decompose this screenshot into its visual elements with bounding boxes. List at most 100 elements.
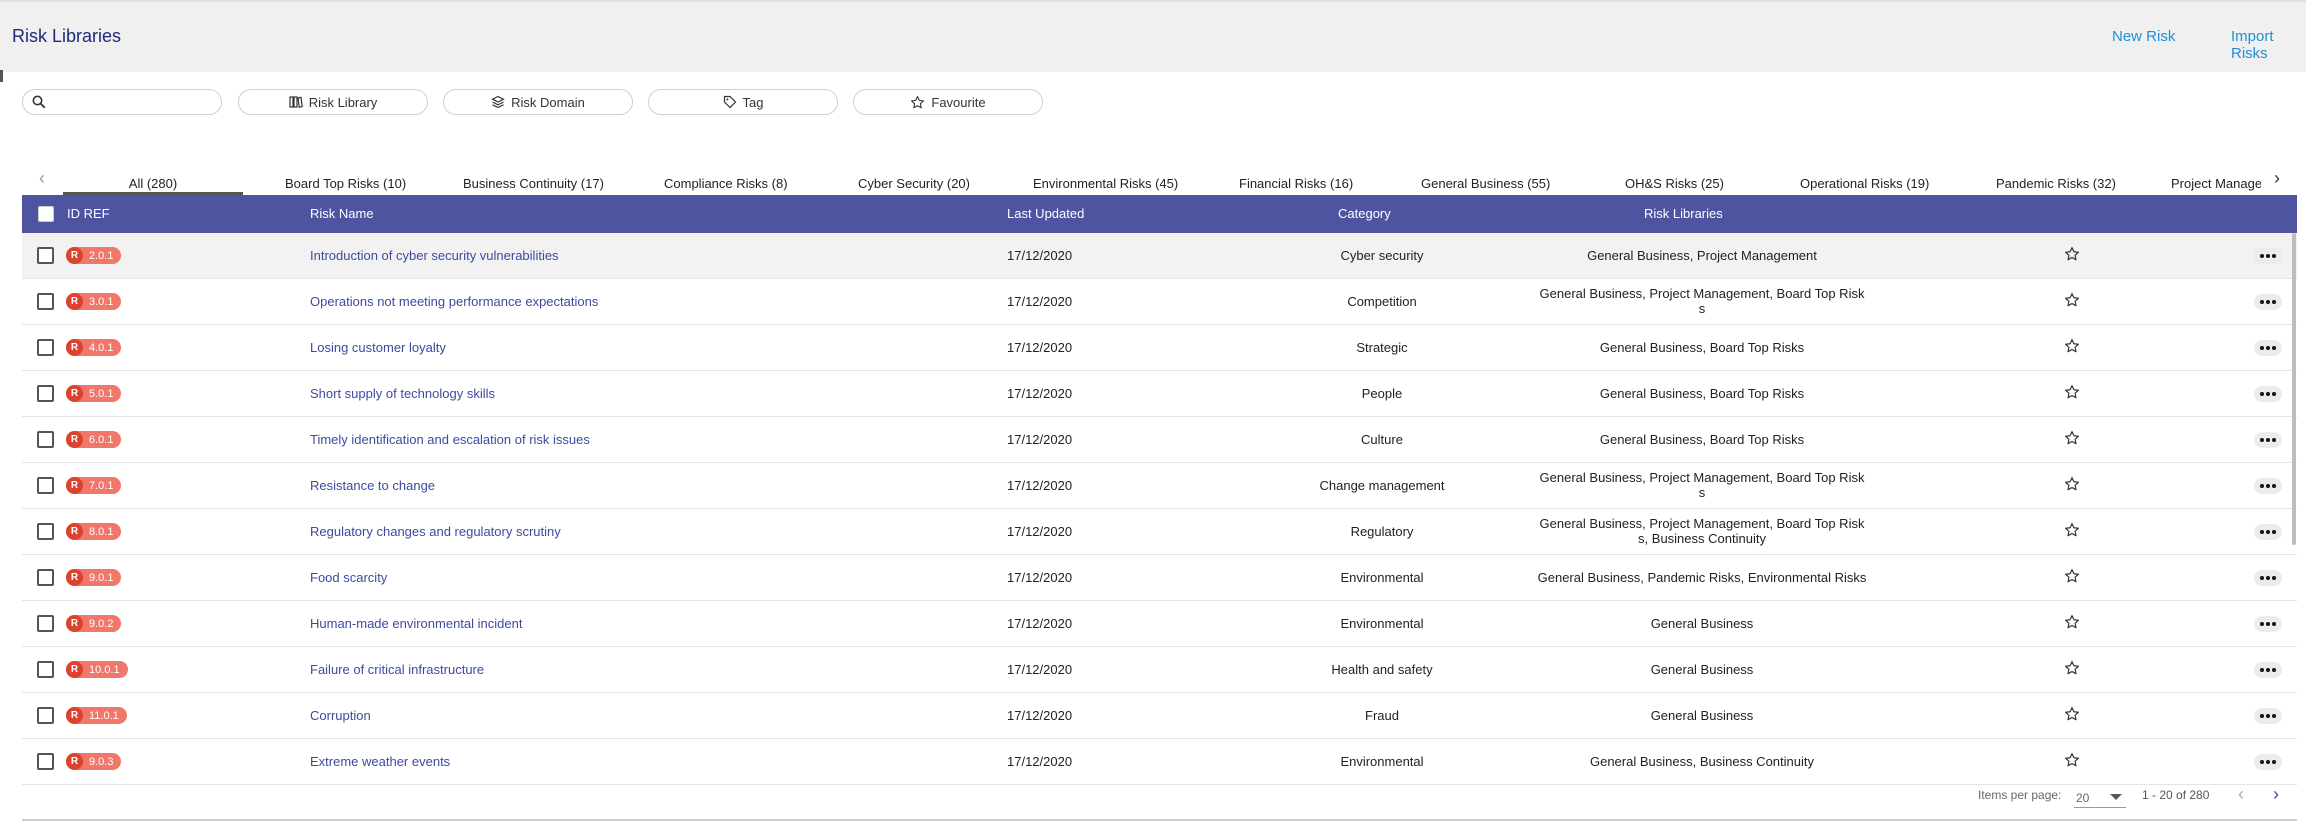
table-scrollbar[interactable] [2292,233,2296,545]
row-checkbox[interactable] [37,523,54,540]
table-row[interactable]: R 9.0.2 Human-made environmental incident 1… [22,601,2297,647]
table-row[interactable]: R 4.0.1 Losing customer loyalty 17/12/2020 S… [22,325,2297,371]
risk-name-link[interactable]: Introduction of cyber security vulnerabi… [310,248,559,263]
risk-library-filter[interactable]: Risk Library [238,89,428,115]
tag-filter[interactable]: Tag [648,89,838,115]
favourite-filter[interactable]: Favourite [853,89,1043,115]
tab-general-business[interactable]: General Business (55) [1421,176,1550,191]
column-risk-libraries[interactable]: Risk Libraries [1644,206,1723,221]
table-row[interactable]: R 6.0.1 Timely identification and escalati… [22,417,2297,463]
search-input[interactable] [51,93,215,111]
favourite-star-icon[interactable] [2064,292,2080,311]
table-row[interactable]: R 7.0.1 Resistance to change 17/12/2020 Chan… [22,463,2297,509]
more-actions-icon[interactable] [2254,386,2282,402]
more-actions-icon[interactable] [2254,616,2282,632]
column-risk-name[interactable]: Risk Name [310,206,374,221]
last-updated-value: 17/12/2020 [1007,248,1073,263]
more-actions-icon[interactable] [2254,662,2282,678]
table-row[interactable]: R 11.0.1 Corruption 17/12/2020 Fraud General … [22,693,2297,739]
tab-board-top-risks[interactable]: Board Top Risks (10) [285,176,406,191]
favourite-star-icon[interactable] [2064,384,2080,403]
risk-domain-filter[interactable]: Risk Domain [443,89,633,115]
column-category[interactable]: Category [1338,206,1391,221]
row-checkbox[interactable] [37,339,54,356]
tabs-scroll-right-icon[interactable]: › [2267,168,2287,188]
more-actions-icon[interactable] [2254,754,2282,770]
tab-pandemic-risks[interactable]: Pandemic Risks (32) [1996,176,2116,191]
tab-ohs-risks[interactable]: OH&S Risks (25) [1625,176,1724,191]
row-checkbox[interactable] [37,753,54,770]
favourite-star-icon[interactable] [2064,522,2080,541]
row-checkbox[interactable] [37,385,54,402]
tab-financial-risks[interactable]: Financial Risks (16) [1239,176,1353,191]
table-row[interactable]: R 2.0.1 Introduction of cyber security vul… [22,233,2297,279]
table-row[interactable]: R 3.0.1 Operations not meeting performance… [22,279,2297,325]
row-checkbox[interactable] [37,477,54,494]
risk-name-link[interactable]: Short supply of technology skills [310,386,495,401]
search-field[interactable] [22,89,222,115]
favourite-star-icon[interactable] [2064,338,2080,357]
risk-name-link[interactable]: Regulatory changes and regulatory scruti… [310,524,561,539]
more-actions-icon[interactable] [2254,708,2282,724]
more-actions-icon[interactable] [2254,340,2282,356]
more-actions-icon[interactable] [2254,524,2282,540]
table-row[interactable]: R 5.0.1 Short supply of technology skills 1… [22,371,2297,417]
risk-name-link[interactable]: Extreme weather events [310,754,450,769]
previous-page-icon[interactable]: ‹ [2238,784,2244,804]
table-row[interactable]: R 8.0.1 Regulatory changes and regulatory … [22,509,2297,555]
next-page-icon[interactable]: › [2273,784,2279,804]
column-id-ref[interactable]: ID REF [67,206,110,221]
table-row[interactable]: R 9.0.3 Extreme weather events 17/12/2020 En… [22,739,2297,785]
tab-compliance-risks[interactable]: Compliance Risks (8) [664,176,788,191]
risk-name-link[interactable]: Corruption [310,708,371,723]
favourite-star-icon[interactable] [2064,660,2080,679]
risk-name-link[interactable]: Operations not meeting performance expec… [310,294,598,309]
favourite-star-icon[interactable] [2064,614,2080,633]
risk-name-link[interactable]: Human-made environmental incident [310,616,522,631]
risk-libraries-line: General Business [1650,662,1754,677]
risk-libraries-line: General Business [1650,708,1754,723]
import-risks-link[interactable]: Import Risks [2231,28,2306,62]
tab-environmental-risks[interactable]: Environmental Risks (45) [1033,176,1178,191]
column-last-updated[interactable]: Last Updated [1007,206,1084,221]
tab-business-continuity[interactable]: Business Continuity (17) [463,176,604,191]
more-actions-icon[interactable] [2254,570,2282,586]
risk-libraries-line: General Business, Project Management, Bo… [1539,286,1865,301]
tabs-scroll-left-icon[interactable]: ‹ [32,168,52,188]
table-row[interactable]: R 10.0.1 Failure of critical infrastructur… [22,647,2297,693]
category-value: Fraud [1365,708,1399,723]
table-row[interactable]: R 9.0.1 Food scarcity 17/12/2020 Environment… [22,555,2297,601]
favourite-star-icon[interactable] [2064,568,2080,587]
risk-name-link[interactable]: Food scarcity [310,570,387,585]
risk-name-link[interactable]: Failure of critical infrastructure [310,662,484,677]
tab-operational-risks[interactable]: Operational Risks (19) [1800,176,1929,191]
favourite-star-icon[interactable] [2064,752,2080,771]
favourite-star-icon[interactable] [2064,706,2080,725]
row-checkbox[interactable] [37,661,54,678]
row-checkbox[interactable] [37,431,54,448]
row-checkbox[interactable] [37,247,54,264]
tab-cyber-security[interactable]: Cyber Security (20) [858,176,970,191]
id-ref-badge: R 9.0.3 [66,753,122,770]
favourite-star-icon[interactable] [2064,476,2080,495]
items-per-page-select[interactable]: 20 [2074,786,2126,808]
more-actions-icon[interactable] [2254,248,2282,264]
risk-name-link[interactable]: Losing customer loyalty [310,340,446,355]
category-value: Change management [1319,478,1445,493]
risk-name-link[interactable]: Resistance to change [310,478,435,493]
risk-name-link[interactable]: Timely identification and escalation of … [310,432,590,447]
more-actions-icon[interactable] [2254,294,2282,310]
row-checkbox[interactable] [37,569,54,586]
select-all-checkbox[interactable] [38,206,54,222]
new-risk-link[interactable]: New Risk [2112,28,2175,45]
tab-all[interactable]: All (280) [63,176,243,195]
id-ref-badge: R 10.0.1 [66,661,128,678]
favourite-star-icon[interactable] [2064,430,2080,449]
more-actions-icon[interactable] [2254,432,2282,448]
tab-project-management[interactable]: Project Manage [2171,176,2261,191]
more-actions-icon[interactable] [2254,478,2282,494]
row-checkbox[interactable] [37,615,54,632]
row-checkbox[interactable] [37,293,54,310]
row-checkbox[interactable] [37,707,54,724]
favourite-star-icon[interactable] [2064,246,2080,265]
